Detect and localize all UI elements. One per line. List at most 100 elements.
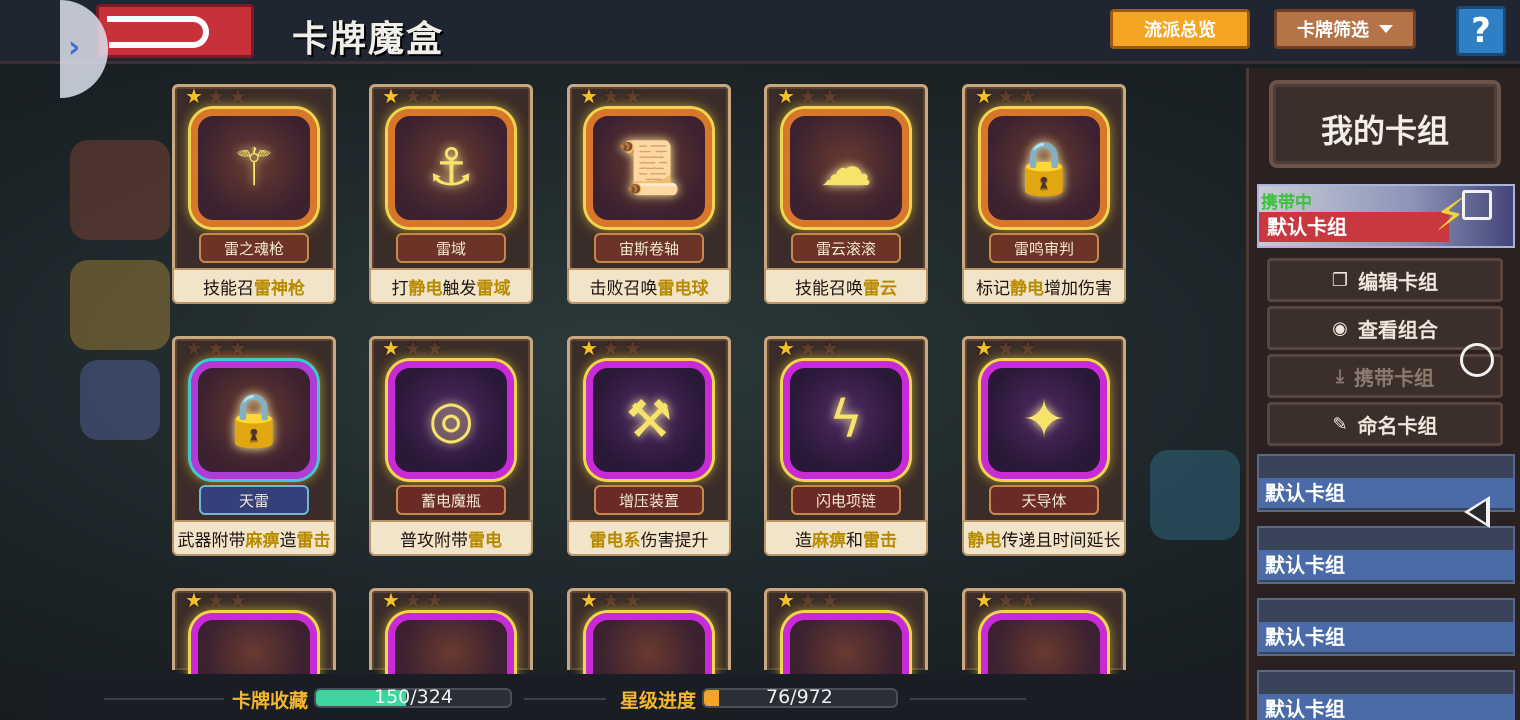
star-icon: ★ — [777, 336, 795, 360]
deck-panel-title: 我的卡组 — [1320, 112, 1449, 150]
back-nav-icon[interactable] — [1464, 496, 1490, 528]
star-icon: ★ — [996, 84, 1015, 108]
top-bar: 卡牌魔盒 流派总览 卡牌筛选 ? — [0, 0, 1520, 64]
recent-apps-icon[interactable] — [1462, 190, 1492, 220]
card-item[interactable]: ★ ★ ★ ⚒ 增压装置 雷电系 伤害提升 — [567, 336, 731, 556]
card-item[interactable]: ★ ★ ★ ⚓ 雷域打静电 触发 雷域 — [369, 84, 533, 304]
star-icon: ★ — [580, 84, 598, 108]
star-icon: ★ — [820, 84, 839, 108]
card-box-screen: { "header": { "title": "卡牌魔盒", "overview… — [0, 0, 1520, 720]
card-art-frame: ϟ — [783, 361, 909, 479]
card-item[interactable]: ★ ★ ★ ⚚ 雷之魂枪 技能召 雷神枪 — [172, 84, 336, 304]
divider — [910, 698, 1026, 700]
card-description: 技能召唤 雷云 — [764, 268, 928, 304]
card-art-frame: ◎ — [388, 361, 514, 479]
back-button[interactable] — [96, 4, 254, 58]
carry-deck-label: 携带卡组 — [1353, 365, 1434, 390]
collection-label: 卡牌收藏 — [232, 690, 309, 712]
card-partial[interactable]: ★ ★ ★ — [764, 588, 928, 693]
rename-deck-button[interactable]: ✎ 命名卡组 — [1267, 402, 1503, 446]
deck-slot[interactable]: 默认卡组 — [1257, 526, 1515, 584]
edit-deck-button[interactable]: ❐ 编辑卡组 — [1267, 258, 1503, 302]
card-item[interactable]: ★ ★ ★ ϟ 闪电项链造麻痹和雷击 — [764, 336, 928, 556]
star-icon: ★ — [1018, 84, 1037, 108]
overview-button[interactable]: 流派总览 — [1110, 9, 1250, 49]
divider — [524, 698, 606, 700]
scroll-icon: 📜 — [616, 138, 682, 199]
card-art-frame: 📜 — [586, 109, 712, 227]
star-icon: ★ — [425, 84, 444, 108]
orb-icon: ◎ — [428, 390, 474, 450]
card-name: 闪电项链 — [791, 485, 901, 515]
card-art-frame: 🔒 — [981, 109, 1107, 227]
card-item[interactable]: ★ ★ ★ ◎ 蓄电魔瓶 普攻附带 雷电 — [369, 336, 533, 556]
spear-icon: ⚚ — [230, 138, 278, 198]
card-name: 增压装置 — [594, 485, 704, 515]
conductor-icon: ✦ — [1022, 390, 1066, 450]
card-name: 天导体 — [989, 485, 1099, 515]
card-description: 击败召唤 雷电球 — [567, 268, 731, 304]
necklace-icon: ϟ — [828, 390, 864, 450]
card-item[interactable]: ★ ★ ★ 🔒 天雷 武器附带 麻痹造雷击 — [172, 336, 336, 556]
star-rating: ★ ★ ★ — [382, 84, 444, 108]
home-icon[interactable] — [1460, 343, 1494, 377]
card-name: 蓄电魔瓶 — [396, 485, 506, 515]
card-partial[interactable]: ★ ★ ★ — [369, 588, 533, 693]
star-icon: ★ — [601, 336, 620, 360]
lock-icon: 🔒 — [1011, 138, 1077, 199]
star-progress-value: 76/972 — [766, 686, 833, 708]
card-name: 雷云滚滚 — [791, 233, 901, 263]
chevron-right-icon: › — [68, 30, 81, 65]
eye-icon: ◉ — [1332, 317, 1348, 339]
card-description: 造麻痹和雷击 — [764, 520, 928, 556]
chevron-down-icon — [1379, 25, 1393, 33]
star-icon: ★ — [206, 84, 225, 108]
card-art-frame: ⚒ — [586, 361, 712, 479]
star-icon: ★ — [403, 336, 422, 360]
card-filter-button[interactable]: 卡牌筛选 — [1274, 9, 1416, 49]
deck-slot[interactable]: 默认卡组 — [1257, 598, 1515, 656]
hammer-icon: ⚒ — [625, 390, 673, 450]
card-partial[interactable]: ★ ★ ★ — [172, 588, 336, 693]
card-item[interactable]: ★ ★ ★ ☁ 雷云滚滚 技能召唤 雷云 — [764, 84, 928, 304]
lightning-anchor-icon: ⚓ — [427, 138, 475, 198]
card-partial[interactable]: ★ ★ ★ — [567, 588, 731, 693]
star-icon: ★ — [382, 336, 400, 360]
card-description: 打静电 触发 雷域 — [369, 268, 533, 304]
star-rating: ★ ★ ★ — [185, 336, 247, 360]
carrying-badge: 携带中 — [1261, 193, 1312, 213]
star-icon: ★ — [185, 84, 203, 108]
active-deck-name: 默认卡组 — [1259, 212, 1449, 242]
storm-cloud-icon: ☁ — [820, 138, 872, 198]
star-icon: ★ — [996, 336, 1015, 360]
star-icon: ★ — [623, 336, 642, 360]
star-icon: ★ — [228, 336, 247, 360]
card-art-frame: ☁ — [783, 109, 909, 227]
card-art-frame: ⚚ — [191, 109, 317, 227]
rename-deck-label: 命名卡组 — [1357, 413, 1438, 438]
card-filter-label: 卡牌筛选 — [1297, 20, 1369, 41]
collection-value: 150/324 — [374, 686, 453, 708]
card-description: 技能召 雷神枪 — [172, 268, 336, 304]
help-button[interactable]: ? — [1456, 6, 1506, 56]
card-item[interactable]: ★ ★ ★ 📜 宙斯卷轴 击败召唤 雷电球 — [567, 84, 731, 304]
star-icon: ★ — [820, 336, 839, 360]
edit-deck-label: 编辑卡组 — [1358, 269, 1439, 294]
deck-title-box: 我的卡组 — [1269, 80, 1501, 168]
star-rating: ★ ★ ★ — [382, 336, 444, 360]
star-icon: ★ — [601, 84, 620, 108]
card-description: 静电 传递且时间延长 — [962, 520, 1126, 556]
card-name: 天雷 — [199, 485, 309, 515]
star-progress-fill — [704, 690, 719, 706]
card-description: 雷电系 伤害提升 — [567, 520, 731, 556]
star-icon: ★ — [798, 336, 817, 360]
card-description: 标记 静电 增加伤害 — [962, 268, 1126, 304]
deck-slot[interactable]: 默认卡组 — [1257, 670, 1515, 720]
card-item[interactable]: ★ ★ ★ 🔒 雷鸣审判 标记 静电 增加伤害 — [962, 84, 1126, 304]
view-combo-button[interactable]: ◉ 查看组合 — [1267, 306, 1503, 350]
card-partial[interactable]: ★ ★ ★ — [962, 588, 1126, 693]
star-icon: ★ — [777, 84, 795, 108]
star-icon: ★ — [382, 84, 400, 108]
card-item[interactable]: ★ ★ ★ ✦ 天导体 静电 传递且时间延长 — [962, 336, 1126, 556]
star-icon: ★ — [425, 336, 444, 360]
